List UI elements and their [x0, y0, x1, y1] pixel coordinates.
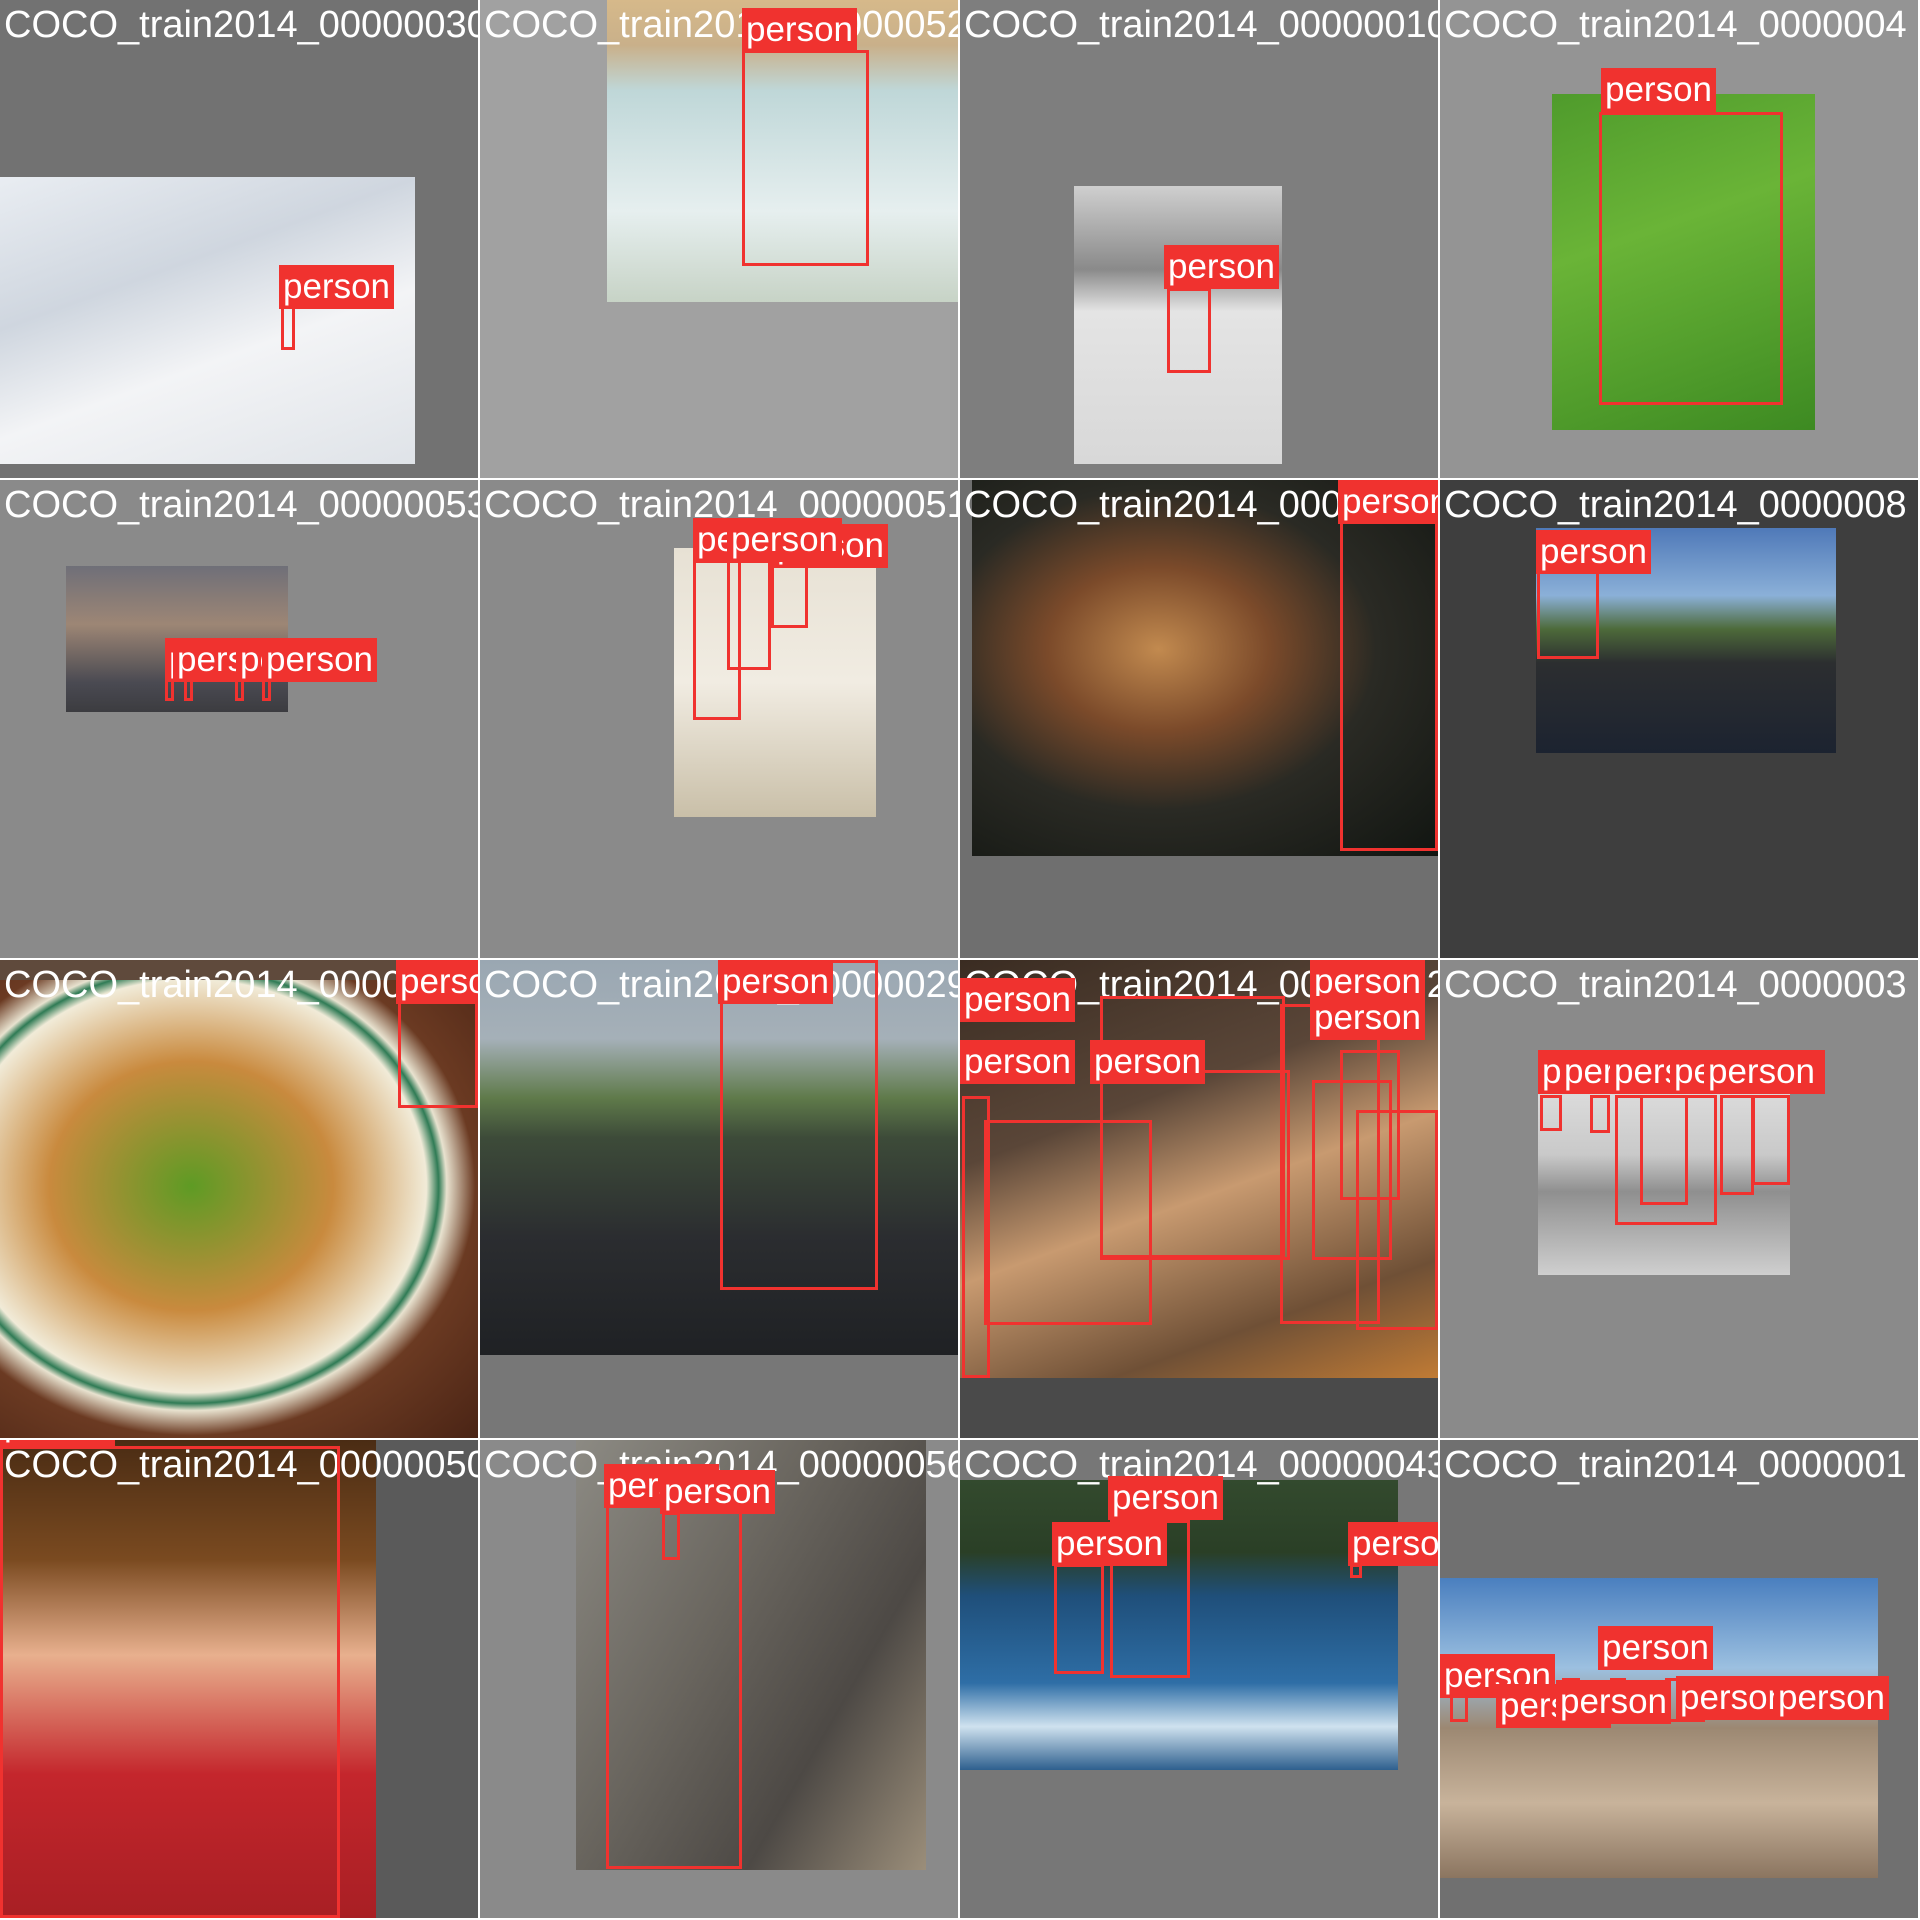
image-tile: COCO_train2014_0000004 person [1440, 0, 1920, 480]
class-label: person [1348, 1522, 1438, 1566]
class-label: person [718, 960, 834, 1004]
bounding-box [1599, 112, 1783, 405]
image-tile: COCO_train2014_000000320360.jpg person p… [960, 960, 1440, 1440]
class-label: person [960, 978, 1076, 1022]
tile-filename: COCO_train2014_0000001 [1444, 1444, 1907, 1486]
bounding-box [662, 1512, 680, 1560]
class-label: person [960, 1040, 1076, 1084]
bounding-box [1590, 1095, 1610, 1133]
tile-filename: COCO_train2014_000000522090.jpg [484, 4, 960, 46]
bounding-box [281, 305, 295, 350]
tile-filename: COCO_train2014_000000534763.jpg [4, 484, 480, 526]
image-tile: COCO_train2014_0000003 person person per… [1440, 960, 1920, 1440]
class-label: person [279, 265, 395, 309]
class-label: person [262, 638, 378, 682]
class-label: person [1598, 1626, 1714, 1670]
bounding-box [742, 50, 869, 266]
class-label: person [1310, 996, 1426, 1040]
tile-filename: COCO_train2014_0000008 [1444, 484, 1907, 526]
bounding-box [1540, 1095, 1562, 1131]
bounding-box [1752, 1095, 1790, 1185]
class-label: person [1090, 1040, 1206, 1084]
photo-snowy-dunes [0, 177, 415, 464]
bounding-box [1167, 288, 1211, 373]
bounding-box [398, 996, 478, 1108]
bounding-box [1720, 1095, 1754, 1195]
tile-filename: COCO_train2014_0000003 [1444, 964, 1907, 1006]
bounding-box [1100, 996, 1285, 1258]
image-tile: COCO_train2014_0000001 person person per… [1440, 1440, 1920, 1920]
tile-filename: COCO_train2014_0000004 [1444, 4, 1907, 46]
class-label: person [1601, 68, 1717, 112]
image-tile: COCO_train2014_000000309856.jpg person [0, 0, 480, 480]
photo-skate-bowl [1440, 1578, 1878, 1878]
image-tile: COCO_train2014_000000534763.jpg person p… [0, 480, 480, 960]
class-label: person [1052, 1522, 1168, 1566]
bounding-box [720, 960, 878, 1290]
image-tile: COCO_train2014_000000506265.jpg person [0, 1440, 480, 1920]
class-label: person [1164, 245, 1280, 289]
bounding-box [1537, 570, 1599, 659]
bounding-box [1640, 1095, 1688, 1205]
class-label: person [1338, 480, 1438, 524]
bounding-box [1340, 480, 1438, 851]
image-tile: COCO_train2014_000000437006.jpg person p… [960, 1440, 1440, 1920]
class-label: person [727, 518, 843, 562]
image-tile: COCO_train2014_000000297576.jpg person [480, 960, 960, 1440]
bounding-box [0, 1446, 340, 1918]
class-label: person [1704, 1050, 1820, 1094]
class-label: person [1774, 1676, 1890, 1720]
bounding-box [1054, 1564, 1104, 1674]
bounding-box [727, 560, 771, 670]
image-tile: COCO_train2014_000000308970.jpg person [0, 960, 480, 1440]
image-tile: COCO_train2014_000000105790.jpg person [960, 0, 1440, 480]
class-label: person [396, 960, 478, 1004]
bounding-box [1356, 1110, 1438, 1330]
image-tile: COCO_train2014_000000522090.jpg person [480, 0, 960, 480]
image-mosaic: COCO_train2014_000000309856.jpg person C… [0, 0, 1920, 1920]
class-label: person [1556, 1680, 1672, 1724]
image-tile: COCO_train2014_000000566681.jpg person p… [480, 1440, 960, 1920]
image-tile: COCO_train2014_000000510004.jpg person p… [480, 480, 960, 960]
class-label: person [1536, 530, 1652, 574]
image-tile: COCO_train2014_0000008 person [1440, 480, 1920, 960]
class-label: person [742, 8, 858, 52]
image-tile: COCO_train2014_000000420160.jpg person [960, 480, 1440, 960]
class-label: person [0, 1440, 116, 1446]
class-label: person [660, 1470, 776, 1514]
tile-filename: COCO_train2014_000000309856.jpg [4, 4, 480, 46]
photo-motorcyclist [480, 960, 958, 1355]
class-label: person [1108, 1476, 1224, 1520]
bounding-box [771, 560, 808, 628]
bounding-box [1350, 1564, 1362, 1578]
tile-filename: COCO_train2014_000000105790.jpg [964, 4, 1440, 46]
